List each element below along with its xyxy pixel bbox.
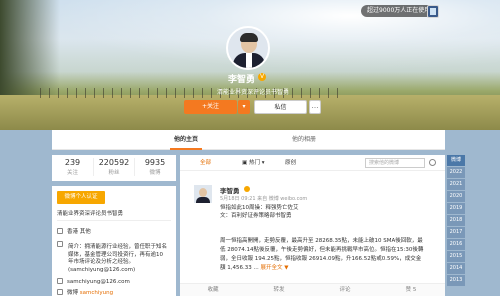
domain-link[interactable]: samchiyung (80, 290, 113, 296)
feed-tab-hot[interactable]: ▣ 热门 ▾ (242, 155, 264, 171)
year-item[interactable]: 2013 (447, 275, 465, 286)
location-icon (57, 228, 63, 234)
post-avatar[interactable] (194, 185, 212, 203)
follow-button[interactable]: +关注 (184, 100, 237, 114)
stat-followers[interactable]: 220592 粉丝 (93, 158, 134, 176)
verified-badge-icon: V (258, 73, 266, 81)
post-actions: 收藏 转发 评论 赞 5 (180, 283, 445, 296)
tab-home[interactable]: 他的主页 (169, 130, 203, 150)
year-rail: 微博 2022 2021 2020 2019 2018 2017 2016 20… (447, 155, 465, 287)
year-item[interactable]: 2018 (447, 215, 465, 226)
post-meta[interactable]: 5月18日 09:21 来自 微博 weibo.com (220, 195, 307, 202)
year-item[interactable]: 2014 (447, 263, 465, 274)
email-icon (57, 278, 63, 284)
favorite-button[interactable]: 收藏 (180, 284, 246, 296)
year-item[interactable]: 2019 (447, 203, 465, 214)
like-button[interactable]: 赞 5 (378, 284, 444, 296)
post-author[interactable]: 李智勇 (220, 185, 240, 195)
profile-info-panel: 微博个人认证 清能业界资深评论员书智勇 香港 其他 简介：拥清能源行业经验，曾任… (52, 186, 176, 296)
comment-button[interactable]: 评论 (312, 284, 378, 296)
location-row: 香港 其他 (57, 227, 91, 235)
post-verified-icon (244, 186, 250, 192)
intro-icon (57, 241, 63, 247)
hot-icon: ▣ (242, 160, 248, 166)
feed-tabs: 全部 ▣ 热门 ▾ 原创 搜索他的微博 (180, 155, 445, 171)
post-body: 周一恒指高開開，走勢反覆，最高升至 28268.35點，未能上破10 SMA後回… (220, 238, 424, 271)
expand-link[interactable]: 展开全文 ▼ (260, 265, 288, 271)
feed-tab-origin[interactable]: 原创 (285, 155, 296, 171)
link-icon (57, 289, 63, 295)
users-online-pill[interactable]: 超过9000万人正在使用 (361, 5, 437, 17)
cover-field (0, 95, 500, 130)
year-item[interactable]: 2020 (447, 191, 465, 202)
year-item[interactable]: 2022 (447, 167, 465, 178)
feed-search-input[interactable]: 搜索他的微博 (365, 158, 425, 168)
message-button[interactable]: 私信 (254, 100, 307, 114)
divider (57, 220, 171, 221)
domain-row: 微博 samchiyung (57, 288, 113, 296)
mobile-app-icon[interactable] (427, 5, 439, 18)
more-options-button[interactable]: … (309, 100, 321, 114)
verified-tag[interactable]: 微博个人认证 (57, 191, 105, 204)
year-item[interactable]: 2017 (447, 227, 465, 238)
follow-dropdown-icon[interactable]: ▾ (238, 100, 250, 114)
cover-fence (40, 88, 340, 98)
stats-panel: 239 关注 220592 粉丝 9935 微博 (52, 155, 176, 181)
post-headline: 恒指如此10周操：释强势亡佐艾 文：百利好证券策略部书智勇 (220, 205, 299, 219)
tab-album[interactable]: 他的相册 (292, 130, 316, 150)
profile-bio: 清能业界资深评论员书智勇 (217, 89, 290, 96)
stat-posts[interactable]: 9935 微博 (134, 158, 175, 176)
year-item[interactable]: 微博 (447, 155, 465, 166)
year-item[interactable]: 2016 (447, 239, 465, 250)
profile-intro: 简介：拥清能源行业经验，曾任职于知名媒体，基金管理公司投资行，再有逾10年市场评… (68, 244, 168, 273)
year-item[interactable]: 2015 (447, 251, 465, 262)
intro-icon-row (57, 241, 67, 248)
profile-name: 李智勇 (228, 75, 256, 85)
feed-tab-all[interactable]: 全部 (200, 155, 211, 171)
profile-tabs: 他的主页 他的相册 (52, 130, 445, 150)
repost-button[interactable]: 转发 (246, 284, 312, 296)
profile-avatar[interactable] (226, 26, 270, 70)
feed-panel: 全部 ▣ 热门 ▾ 原创 搜索他的微博 李智勇 5月18日 09:21 来自 微… (180, 155, 445, 296)
year-item[interactable]: 2021 (447, 179, 465, 190)
verified-description: 清能业界资深评论员书智勇 (57, 211, 124, 217)
email-row: samchiyung@126.com (57, 278, 130, 285)
search-icon[interactable] (429, 159, 436, 166)
stat-following[interactable]: 239 关注 (52, 158, 93, 176)
